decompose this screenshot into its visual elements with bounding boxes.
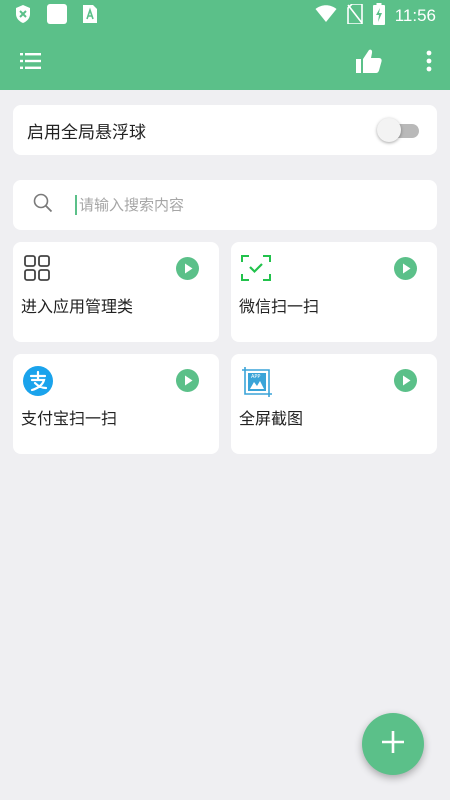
play-icon[interactable] bbox=[394, 369, 417, 396]
floating-ball-setting: 启用全局悬浮球 bbox=[13, 105, 437, 155]
font-a-icon bbox=[82, 4, 98, 28]
plus-icon bbox=[381, 730, 405, 758]
shortcut-tile-screenshot[interactable]: APP 全屏截图 bbox=[231, 354, 437, 454]
more-vert-icon[interactable] bbox=[426, 50, 432, 72]
no-sim-icon bbox=[346, 3, 363, 28]
app-bar bbox=[0, 32, 450, 90]
shortcut-label: 支付宝扫一扫 bbox=[21, 409, 118, 428]
shortcut-tile-alipay-scan[interactable]: 支付宝扫一扫 bbox=[13, 354, 219, 454]
scan-check-icon bbox=[241, 254, 271, 282]
search-bar bbox=[13, 180, 437, 230]
screenshot-app-icon: APP bbox=[241, 366, 273, 398]
search-icon bbox=[33, 193, 53, 217]
status-time: 11:56 bbox=[394, 6, 436, 25]
svg-text:APP: APP bbox=[251, 374, 260, 380]
status-bar: 11:56 bbox=[0, 0, 450, 32]
play-icon[interactable] bbox=[394, 257, 417, 284]
shortcut-tile-wechat-scan[interactable]: 微信扫一扫 bbox=[231, 242, 437, 342]
wifi-icon bbox=[315, 5, 337, 27]
floating-ball-label: 启用全局悬浮球 bbox=[27, 122, 146, 143]
thumbs-up-icon[interactable] bbox=[356, 49, 382, 73]
shortcut-tile-app-manager[interactable]: 进入应用管理类 bbox=[13, 242, 219, 342]
shield-x-icon bbox=[14, 4, 32, 28]
battery-charging-icon bbox=[372, 3, 385, 29]
floating-ball-toggle[interactable] bbox=[377, 117, 423, 143]
add-shortcut-button[interactable] bbox=[362, 713, 424, 775]
grid-apps-icon bbox=[23, 254, 51, 282]
play-icon[interactable] bbox=[176, 369, 199, 396]
shortcut-label: 全屏截图 bbox=[239, 409, 304, 428]
list-icon[interactable] bbox=[20, 52, 42, 70]
shortcut-label: 进入应用管理类 bbox=[21, 297, 134, 316]
notification-square-icon bbox=[46, 3, 68, 29]
search-input[interactable] bbox=[75, 195, 417, 215]
shortcut-label: 微信扫一扫 bbox=[239, 297, 320, 316]
alipay-icon bbox=[23, 366, 53, 396]
play-icon[interactable] bbox=[176, 257, 199, 284]
